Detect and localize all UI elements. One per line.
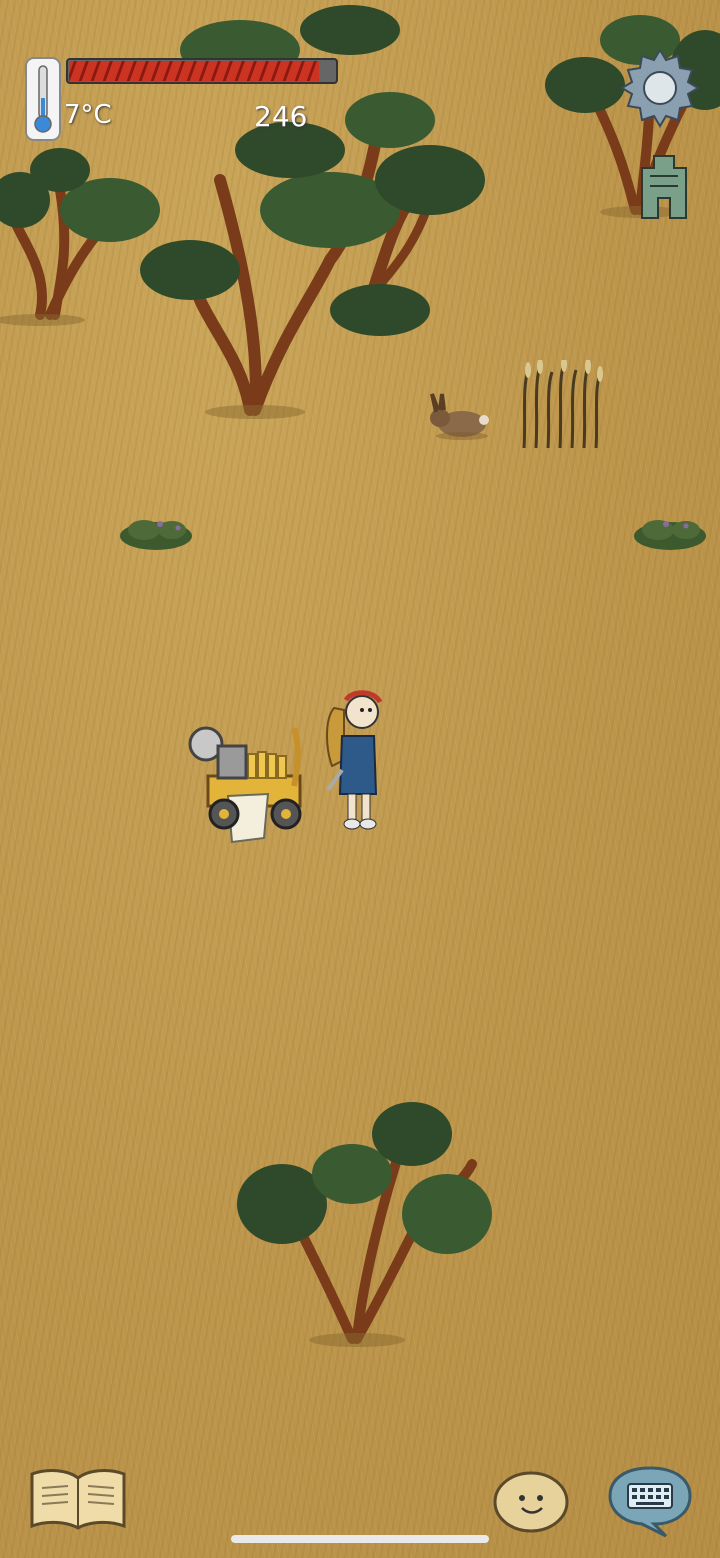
- crafting-cart[interactable]: [188, 716, 308, 848]
- gear-icon[interactable]: [618, 46, 702, 130]
- health-bar: [66, 58, 338, 84]
- health-bar-fill: [69, 61, 320, 81]
- tree[interactable]: [232, 1094, 496, 1354]
- shrub[interactable]: [116, 510, 196, 552]
- home-indicator[interactable]: [231, 1535, 489, 1543]
- rabbit[interactable]: [424, 390, 494, 442]
- shrub[interactable]: [630, 510, 710, 552]
- temperature-readout: 7°C: [64, 100, 112, 130]
- potato-face-icon[interactable]: [492, 1468, 570, 1534]
- reed-plant[interactable]: [514, 360, 614, 452]
- open-book-icon[interactable]: [28, 1464, 128, 1532]
- score-readout: 246: [254, 100, 308, 133]
- player-character[interactable]: [318, 690, 392, 834]
- game-world[interactable]: [0, 0, 720, 1558]
- thermometer-icon: [25, 57, 61, 141]
- keyboard-chat-icon[interactable]: [606, 1464, 694, 1540]
- totem-icon[interactable]: [636, 152, 692, 222]
